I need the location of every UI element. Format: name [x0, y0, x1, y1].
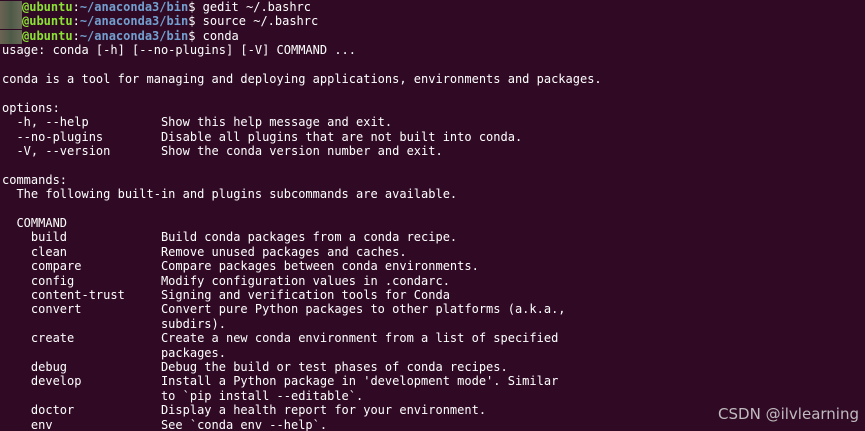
prompt-separator: : — [72, 28, 80, 43]
prompt-line: @ubuntu:~/anaconda3/bin$ gedit ~/.bashrc — [22, 0, 311, 14]
prompt-user: @ubuntu — [22, 0, 73, 14]
output-line-option-help: -h, --help Show this help message and ex… — [2, 115, 393, 130]
prompt-command: conda — [202, 28, 239, 43]
output-line-command-doctor: doctor Display a health report for your … — [2, 403, 487, 418]
prompt-command: source ~/.bashrc — [202, 14, 319, 29]
prompt-path: ~/anaconda3/bin — [79, 14, 189, 29]
output-line-command-build: build Build conda packages from a conda … — [2, 230, 458, 245]
redacted-username — [0, 15, 22, 30]
output-line-command-config: config Modify configuration values in .c… — [2, 273, 450, 288]
output-line-command-create-cont: packages. — [2, 345, 226, 360]
output-line-command-heading: COMMAND — [2, 216, 68, 230]
output-line-command-convert: convert Convert pure Python packages to … — [2, 302, 566, 317]
output-line-command-debug: debug Debug the build or test phases of … — [2, 360, 508, 374]
output-line-command-env: env See `conda env --help`. — [2, 417, 328, 431]
terminal-window[interactable]: @ubuntu:~/anaconda3/bin$ gedit ~/.bashrc… — [0, 0, 865, 431]
output-line-options-header: options: — [2, 100, 60, 115]
output-line-description: conda is a tool for managing and deployi… — [2, 72, 602, 86]
prompt-user: @ubuntu — [22, 28, 73, 43]
prompt-path: ~/anaconda3/bin — [79, 0, 189, 14]
output-line-command-compare: compare Compare packages between conda e… — [2, 259, 479, 274]
prompt-path: ~/anaconda3/bin — [79, 28, 189, 43]
output-line-option-no-plugins: --no-plugins Disable all plugins that ar… — [2, 129, 523, 144]
prompt-sign: $ — [188, 14, 203, 29]
output-line-command-content-trust: content-trust Signing and verification t… — [2, 288, 450, 302]
prompt-command: gedit ~/.bashrc — [202, 0, 312, 14]
output-line-command-develop: develop Install a Python package in 'dev… — [2, 374, 559, 389]
redacted-username — [0, 1, 22, 15]
output-line-command-create: create Create a new conda environment fr… — [2, 331, 559, 346]
prompt-separator: : — [72, 14, 80, 29]
output-line-command-convert-cont: subdirs). — [2, 316, 226, 331]
prompt-line: @ubuntu:~/anaconda3/bin$ source ~/.bashr… — [22, 14, 318, 28]
prompt-sign: $ — [188, 0, 203, 14]
output-line-option-version: -V, --version Show the conda version num… — [2, 144, 443, 158]
prompt-sign: $ — [188, 28, 203, 43]
watermark: CSDN @ilvlearning — [718, 405, 859, 423]
prompt-line: @ubuntu:~/anaconda3/bin$ conda — [22, 29, 239, 43]
output-line-usage: usage: conda [-h] [--no-plugins] [-V] CO… — [2, 43, 357, 58]
output-line-commands-intro: The following built-in and plugins subco… — [2, 187, 458, 202]
prompt-separator: : — [72, 0, 80, 14]
redacted-username — [0, 29, 22, 44]
output-line-command-develop-cont: to `pip install --editable`. — [2, 388, 364, 403]
prompt-user: @ubuntu — [22, 14, 73, 29]
output-line-commands-header: commands: — [2, 172, 68, 187]
output-line-command-clean: clean Remove unused packages and caches. — [2, 244, 407, 259]
